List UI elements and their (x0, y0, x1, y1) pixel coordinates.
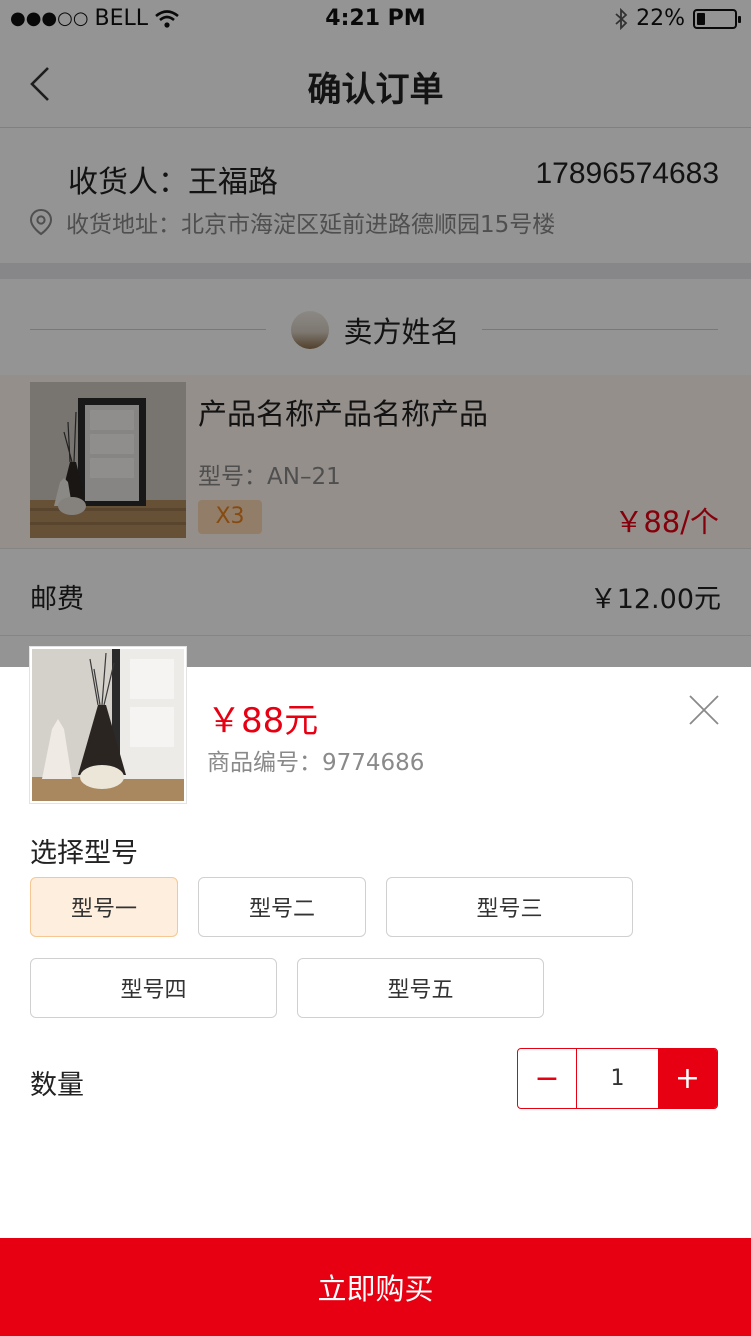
sku-selector-sheet: ￥88元 商品编号：9774686 选择型号 型号一 型号二 型号三 型号四 型… (0, 647, 751, 1336)
decrement-button[interactable]: − (518, 1049, 577, 1108)
product-code: 商品编号：9774686 (207, 750, 425, 776)
sheet-product-image (30, 647, 186, 803)
model-option-2[interactable]: 型号二 (198, 877, 366, 937)
vase-closeup-image (32, 649, 184, 801)
increment-button[interactable]: + (658, 1049, 717, 1108)
close-icon[interactable] (687, 693, 721, 727)
quantity-value[interactable]: 1 (577, 1049, 658, 1108)
buy-now-button[interactable]: 立即购买 (0, 1238, 751, 1336)
model-option-4[interactable]: 型号四 (30, 958, 277, 1018)
model-option-1[interactable]: 型号一 (30, 877, 178, 937)
model-section-label: 选择型号 (30, 838, 138, 869)
sheet-price: ￥88元 (207, 701, 319, 741)
model-option-5[interactable]: 型号五 (297, 958, 544, 1018)
modal-overlay[interactable] (0, 0, 751, 667)
model-option-3[interactable]: 型号三 (386, 877, 633, 937)
quantity-stepper: − 1 + (517, 1048, 718, 1109)
quantity-label: 数量 (30, 1070, 84, 1101)
